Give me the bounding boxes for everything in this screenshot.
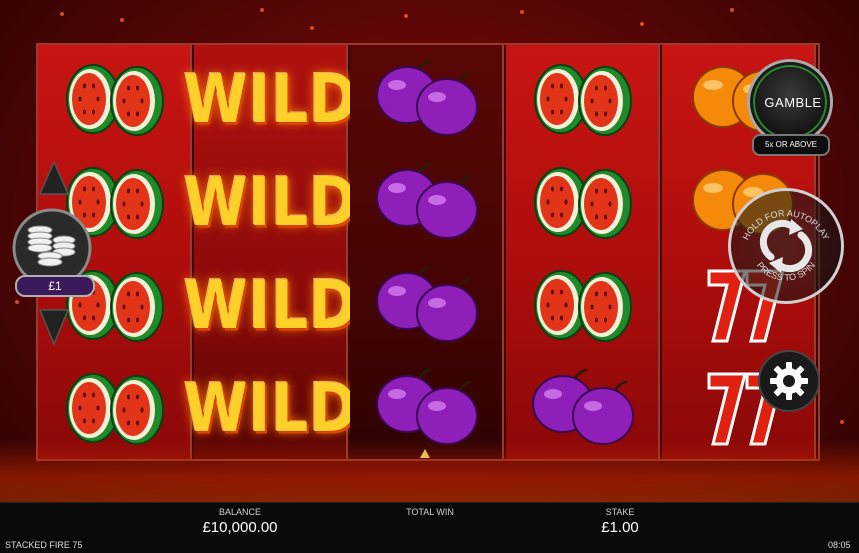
plum-icon [376,162,478,239]
gamble-button[interactable]: GAMBLE [750,62,830,142]
watermelon-symbol [38,47,192,151]
wild-label: WILD [183,368,359,448]
settings-button[interactable] [758,350,820,412]
stake-widget-value: £1 [48,279,62,293]
wild-symbol: WILD [184,150,358,254]
watermelon-icon [66,64,164,136]
wild-label: WILD [183,59,359,139]
bottom-info-bar: STACKED FIRE 75 BALANCE £10,000.00 TOTAL… [0,502,859,553]
stake-up-arrow-icon [38,160,70,195]
wild-symbol: WILD [184,47,358,151]
wild-symbol: WILD [184,253,358,357]
watermelon-icon [534,270,632,342]
wild-label: WILD [183,265,359,345]
watermelon-icon [534,167,632,239]
stake-label: STAKE [605,507,635,517]
watermelon-symbol [506,253,660,357]
stake-down-arrow-icon [38,309,70,346]
watermelon-icon [534,64,632,136]
reels-area: WILD WILD WILD WILD [36,43,820,461]
stake-selector[interactable]: £1 [8,160,100,346]
plum-symbol [350,47,504,151]
balance-value: £10,000.00 [202,519,278,536]
spin-button[interactable]: HOLD FOR AUTOPLAY PRESS TO SPIN [728,188,844,304]
plum-symbol [350,253,504,357]
gamble-label: GAMBLE [764,95,822,110]
gear-icon [770,362,808,400]
plum-icon [376,59,478,136]
plum-icon [376,265,478,342]
reel-center-marker [420,449,430,458]
watermelon-symbol [506,150,660,254]
stake-value: £1.00 [601,519,639,536]
balance-label: BALANCE [218,507,262,517]
reel-3 [350,45,504,459]
gamble-sublabel: 5x OR ABOVE [752,134,830,156]
total-win-label: TOTAL WIN [406,507,454,517]
plum-symbol [350,150,504,254]
clock: 08:05 [828,540,851,550]
spin-arrows-icon [759,219,813,273]
game-title: STACKED FIRE 75 [5,540,83,550]
reel-2: WILD WILD WILD WILD [184,45,358,459]
watermelon-symbol [506,47,660,151]
wild-label: WILD [183,162,359,242]
reel-4 [506,45,660,459]
